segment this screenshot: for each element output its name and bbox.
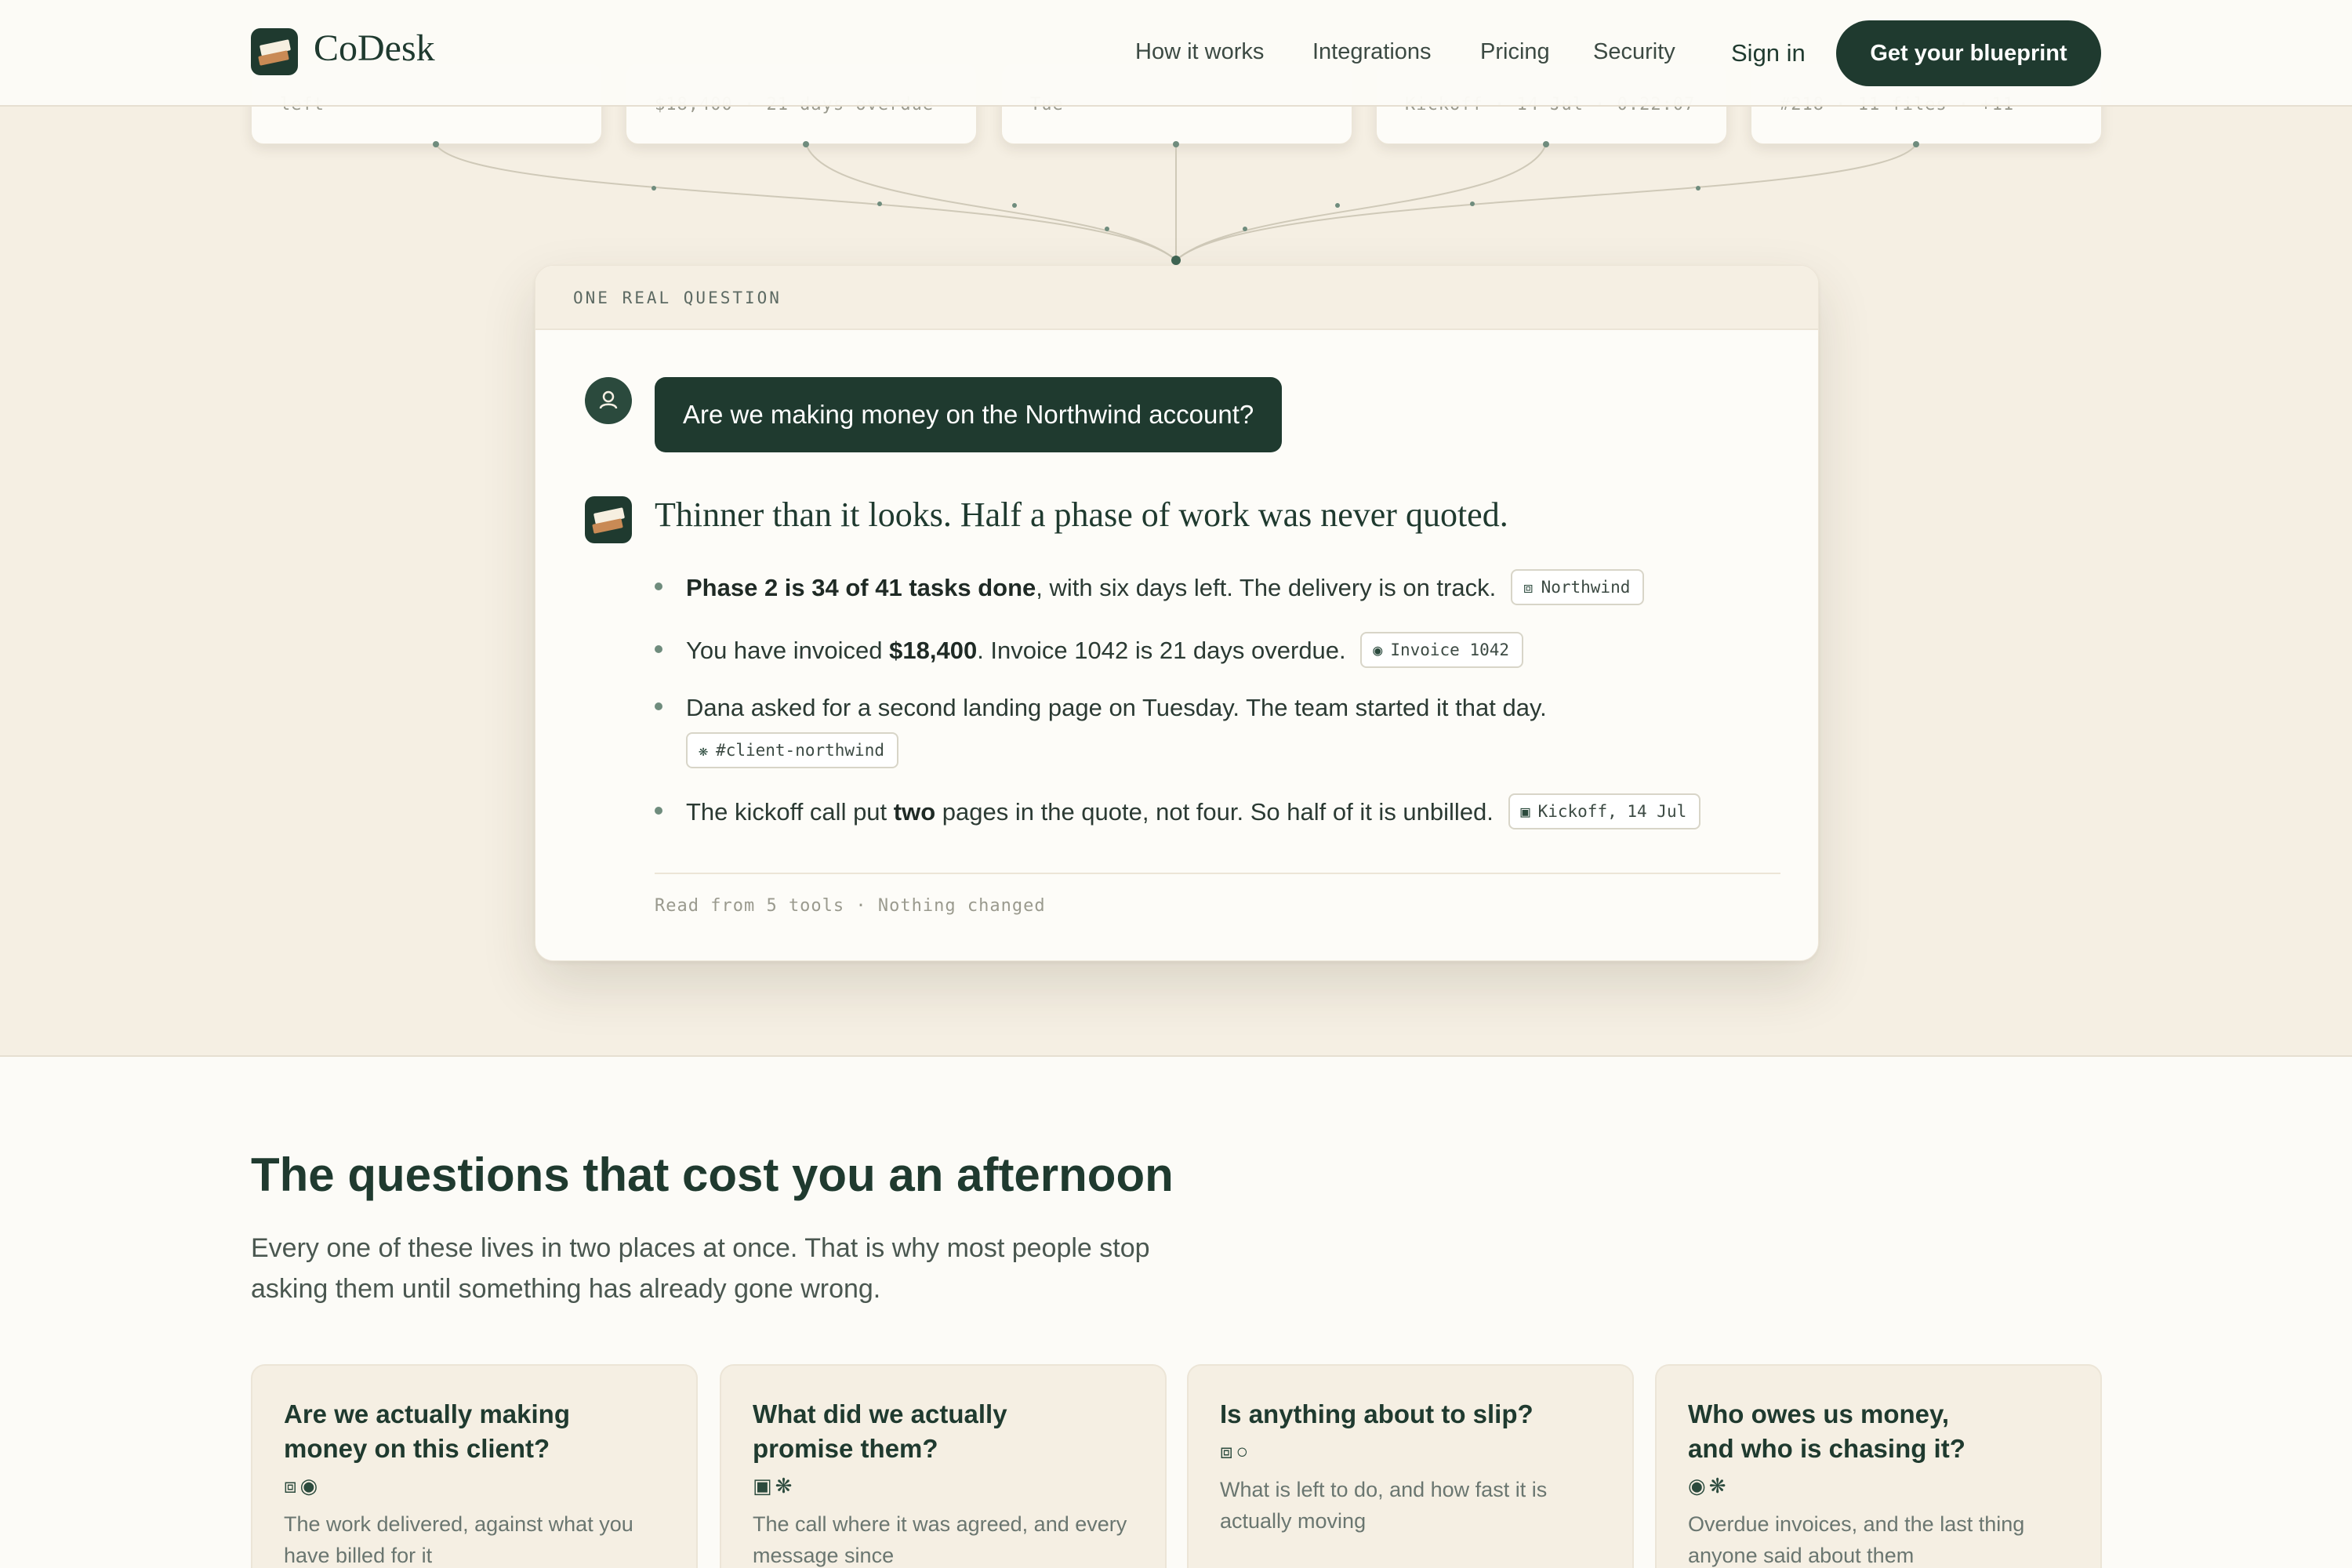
- question-card[interactable]: Who owes us money, and who is chasing it…: [1655, 1364, 2102, 1568]
- question-card[interactable]: Are we actually making money on this cli…: [251, 1364, 698, 1568]
- meeting-recorder-icon: ▣: [1520, 802, 1530, 821]
- answer-bullet: The kickoff call put two pages in the qu…: [655, 793, 1701, 832]
- question-card[interactable]: What did we actually promise them? ▣❋ Th…: [720, 1364, 1167, 1568]
- section-title: The questions that cost you an afternoon: [251, 1149, 1174, 1201]
- slack-icon: ❋: [699, 741, 709, 760]
- jira-icon: ⧈: [1523, 578, 1534, 597]
- question-card-icons: ▣❋: [753, 1474, 1134, 1508]
- question-card-desc: What is left to do, and how fast it is a…: [1220, 1478, 1548, 1533]
- answer-bullet: Dana asked for a second landing page on …: [655, 694, 1547, 722]
- card-divider: [655, 873, 1780, 874]
- chat-footer-note: Read from 5 tools · Nothing changed: [655, 896, 1046, 916]
- source-chip-northwind[interactable]: ⧈ Northwind: [1510, 569, 1645, 605]
- question-card[interactable]: Is anything about to slip? ⧈○ What is le…: [1187, 1364, 1634, 1568]
- answer-bullet: You have invoiced $18,400. Invoice 1042 …: [655, 632, 1524, 670]
- answer-headline: Thinner than it looks. Half a phase of w…: [655, 495, 1508, 534]
- question-card-icons: ⧈○: [1220, 1439, 1601, 1474]
- user-avatar-icon: [585, 377, 632, 424]
- nav-pricing[interactable]: Pricing: [1480, 39, 1550, 65]
- jira-icon: ⧈: [284, 1474, 300, 1497]
- assistant-avatar-icon: [585, 496, 632, 543]
- source-chip-invoice[interactable]: ◉ Invoice 1042: [1360, 632, 1524, 668]
- source-chip-kickoff[interactable]: ▣ Kickoff, 14 Jul: [1508, 793, 1701, 829]
- meeting-recorder-icon: ▣: [753, 1474, 775, 1497]
- quickbooks-icon: ◉: [299, 1474, 321, 1497]
- question-card-desc: The work delivered, against what you hav…: [284, 1512, 633, 1567]
- question-card-title: Is anything about to slip?: [1220, 1399, 1534, 1428]
- question-card-title: What did we actually promise them?: [753, 1399, 1007, 1463]
- sign-in-link[interactable]: Sign in: [1731, 39, 1806, 67]
- answer-bullet: Phase 2 is 34 of 41 tasks done, with six…: [655, 569, 1645, 608]
- quickbooks-icon: ◉: [1373, 641, 1383, 659]
- nav-how-it-works[interactable]: How it works: [1135, 39, 1264, 65]
- question-card-title: Are we actually making money on this cli…: [284, 1399, 570, 1463]
- section-subtitle: Every one of these lives in two places a…: [251, 1233, 1150, 1304]
- site-header: CoDesk How it works Integrations Pricing…: [0, 0, 2352, 107]
- github-icon: ○: [1236, 1439, 1252, 1463]
- answer-bullet-chip-row: ❋ #client-northwind: [686, 732, 898, 771]
- question-card-desc: Overdue invoices, and the last thing any…: [1688, 1512, 2025, 1567]
- question-card-title: Who owes us money, and who is chasing it…: [1688, 1399, 1965, 1463]
- question-card-desc: The call where it was agreed, and every …: [753, 1512, 1127, 1567]
- brand-logo-icon[interactable]: [251, 28, 298, 75]
- quickbooks-icon: ◉: [1688, 1474, 1709, 1497]
- question-card-icons: ◉❋: [1688, 1474, 2069, 1508]
- chat-example-card: ONE REAL QUESTION Are we making money on…: [535, 265, 1819, 961]
- source-chip-slack[interactable]: ❋ #client-northwind: [686, 732, 898, 768]
- get-blueprint-button[interactable]: Get your blueprint: [1836, 20, 2101, 86]
- nav-security[interactable]: Security: [1593, 39, 1675, 65]
- user-question-bubble: Are we making money on the Northwind acc…: [655, 377, 1283, 452]
- slack-icon: ❋: [1708, 1474, 1730, 1497]
- nav-integrations[interactable]: Integrations: [1312, 39, 1432, 65]
- slack-icon: ❋: [775, 1474, 796, 1497]
- brand-name[interactable]: CoDesk: [314, 27, 435, 70]
- question-card-icons: ⧈◉: [284, 1474, 665, 1508]
- jira-icon: ⧈: [1220, 1439, 1236, 1463]
- chat-card-label: ONE REAL QUESTION: [535, 266, 1818, 330]
